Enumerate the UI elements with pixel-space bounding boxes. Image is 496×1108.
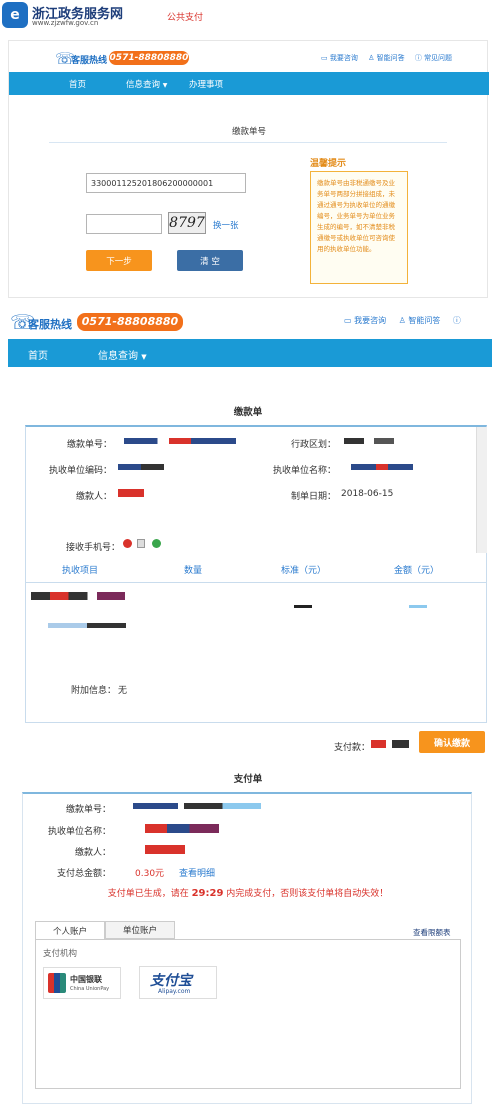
unionpay-name: 中国银联 (70, 975, 102, 984)
payer-label: 缴款人： (75, 492, 112, 502)
hotline-label: 客服热线 (28, 318, 72, 331)
institution-label: 支付机构 (43, 949, 78, 959)
confirm-payment-button[interactable]: 确认缴款 (419, 731, 485, 753)
hotline-number: 0571-88808880 (109, 51, 189, 65)
region-redacted (344, 438, 394, 444)
header-links: ▭ 我要咨询 ♙ 智能问答 ⓘ 常见问题 (321, 53, 452, 63)
pay-amount-label: 支付款： (333, 743, 370, 753)
unionpay-option[interactable]: 中国银联 China UnionPay (43, 967, 121, 999)
phone-label: 接收手机号： (65, 543, 120, 553)
nav-affairs[interactable]: 办理事项 (189, 78, 223, 90)
nav-info-query[interactable]: 信息查询 ▼ (126, 78, 167, 90)
item-name-redacted-2 (48, 623, 126, 628)
alipay-name-en: Alipay.com (158, 988, 191, 995)
refresh-captcha-link[interactable]: 换一张 (213, 219, 239, 231)
qa-link[interactable]: ♙ 智能问答 (368, 54, 405, 62)
unit-name-redacted (351, 464, 413, 470)
pay-amount-redacted (371, 740, 409, 748)
scrollbar[interactable] (476, 427, 487, 553)
nav-info-query[interactable]: 信息查询 ▼ (98, 347, 147, 362)
payer-redacted (118, 489, 144, 497)
add-phone-icon[interactable] (152, 539, 161, 548)
site-url: www.zjzwfw.gov.cn (32, 19, 99, 27)
date-value: 2018-06-15 (341, 489, 394, 499)
divider (49, 142, 447, 143)
sheet-total-value: 0.30元 (135, 869, 165, 879)
unit-name-label: 执收单位名称： (272, 466, 336, 476)
unionpay-icon (48, 973, 66, 993)
chevron-down-icon: ▼ (141, 353, 147, 361)
edit-phone-icon[interactable] (137, 539, 145, 548)
view-details-link[interactable]: 查看明细 (179, 866, 215, 879)
query-title: 缴款单号 (231, 127, 266, 137)
notice-section: ☏ 客服热线 0571-88808880 ▭ 我要咨询 ♙ 智能问答 ⓘ 首页 … (8, 303, 492, 763)
remove-phone-icon[interactable] (123, 539, 132, 548)
notice-panel: 缴款单号： 行政区划： 执收单位编码： 执收单位名称： 缴款人： 制单日期： 2… (25, 425, 487, 723)
qa-link[interactable]: ♙ 智能问答 (399, 316, 441, 325)
query-section: ☏ 客服热线 0571-88808880 ▭ 我要咨询 ♙ 智能问答 ⓘ 常见问… (8, 40, 489, 298)
tab-personal-account[interactable]: 个人账户 (35, 921, 105, 939)
tab-business-account[interactable]: 单位账户 (105, 921, 175, 939)
hotline-number: 0571-88808880 (77, 313, 183, 331)
order-number-input[interactable]: 330001125201806200000001 (86, 173, 246, 193)
notice-title: 缴款单 (233, 407, 263, 418)
consult-link[interactable]: ▭ 我要咨询 (321, 54, 358, 62)
main-nav: 首页 信息查询 ▼ (8, 339, 492, 367)
extra-info-label: 附加信息： (70, 686, 116, 696)
tip-box: 缴款单号由非税通缴号及业务单号两部分拼接组成，未通过通号为执收单位的通缴编号，业… (310, 171, 408, 284)
main-nav: 首页 信息查询 ▼ 办理事项 (9, 72, 489, 95)
hotline-label: 客服热线 (71, 56, 108, 66)
captcha-input[interactable] (86, 214, 162, 234)
sheet-payer-label: 缴款人： (74, 848, 111, 858)
payment-sheet-title: 支付单 (233, 774, 263, 785)
sheet-order-no-label: 缴款单号： (65, 805, 111, 815)
nav-home[interactable]: 首页 (69, 78, 86, 90)
unionpay-name-en: China UnionPay (70, 986, 110, 992)
date-label: 制单日期： (290, 492, 336, 502)
payment-sheet-panel: 缴款单号： 执收单位名称： 缴款人： 支付总金额： 0.30元 查看明细 支付单… (22, 792, 472, 1104)
item-standard-redacted (294, 605, 312, 608)
item-amount-redacted (409, 605, 427, 608)
countdown-timer: 29:29 (191, 888, 224, 899)
order-no-redacted (124, 438, 236, 444)
alipay-option[interactable]: 支付宝 Alipay.com (139, 966, 217, 999)
sheet-unit-name-label: 执收单位名称： (47, 827, 111, 837)
chevron-down-icon: ▼ (162, 82, 168, 89)
next-button[interactable]: 下一步 (86, 250, 152, 271)
help-icon[interactable]: ⓘ (453, 316, 461, 325)
nav-home[interactable]: 首页 (28, 347, 48, 362)
sheet-unit-name-redacted (145, 824, 219, 833)
faq-link[interactable]: ⓘ 常见问题 (415, 54, 452, 62)
tip-title: 温馨提示 (310, 159, 347, 169)
sheet-order-no-redacted (133, 803, 261, 809)
order-no-label: 缴款单号： (66, 440, 112, 450)
consult-link[interactable]: ▭ 我要咨询 (344, 316, 386, 325)
table-divider (26, 582, 486, 583)
payment-methods-box: 支付机构 中国银联 China UnionPay 支付宝 Alipay.com (35, 939, 461, 1089)
alipay-name: 支付宝 (150, 973, 192, 989)
countdown-message: 支付单已生成，请在 29:29 内完成支付，否则该支付单将自动失效！ (107, 888, 389, 899)
unit-code-redacted (118, 464, 164, 470)
unit-code-label: 执收单位编码： (48, 466, 112, 476)
items-table-header: 执收项目 数量 标准（元） 金额（元） (62, 566, 440, 576)
captcha-image[interactable]: 8797 (168, 212, 206, 234)
sheet-payer-redacted (145, 845, 185, 854)
sheet-total-label: 支付总金额： (56, 869, 111, 879)
clear-button[interactable]: 清 空 (177, 250, 243, 271)
site-logo-icon: e (2, 2, 28, 28)
view-limit-table-link[interactable]: 查看限额表 (413, 927, 451, 938)
region-label: 行政区划： (290, 440, 336, 450)
item-name-redacted (31, 592, 125, 600)
page-title: 公共支付 (167, 13, 204, 23)
header-links: ▭ 我要咨询 ♙ 智能问答 ⓘ (344, 315, 461, 326)
extra-info-value: 无 (118, 686, 128, 696)
